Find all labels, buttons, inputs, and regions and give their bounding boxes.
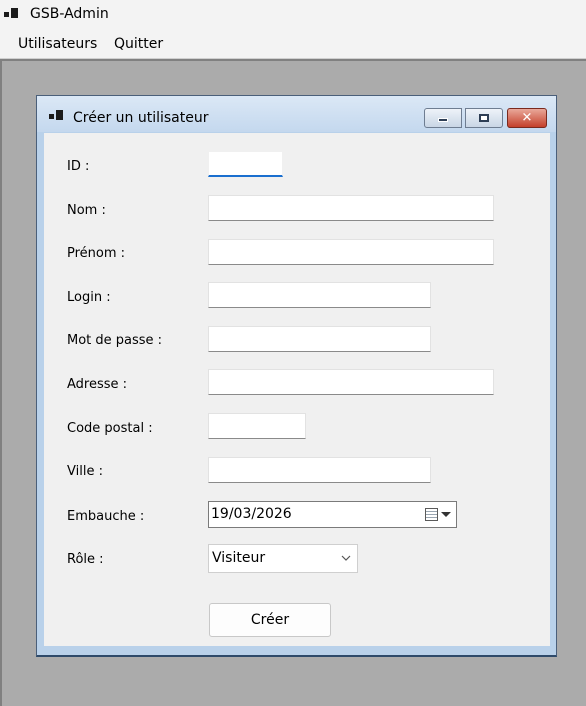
create-user-window: Créer un utilisateur ✕ ID : Nom : Prénom…: [36, 95, 557, 657]
login-label: Login :: [67, 290, 111, 305]
hire-date-label: Embauche :: [67, 509, 145, 524]
hire-date-picker[interactable]: 19/03/2026: [208, 501, 457, 528]
prenom-label: Prénom :: [67, 246, 126, 261]
prenom-input[interactable]: [208, 239, 494, 265]
chevron-down-icon: [341, 555, 351, 561]
menu-utilisateurs[interactable]: Utilisateurs: [18, 36, 97, 52]
role-label: Rôle :: [67, 552, 104, 567]
role-selected-value: Visiteur: [212, 550, 266, 566]
hire-date-value: 19/03/2026: [211, 506, 292, 522]
app-title: GSB-Admin: [30, 6, 109, 22]
child-window-icon: [49, 110, 63, 122]
postal-code-input[interactable]: [208, 413, 306, 439]
app-window-icon: [4, 8, 18, 20]
dropdown-arrow-icon[interactable]: [441, 512, 451, 517]
role-select[interactable]: Visiteur: [208, 544, 358, 573]
password-label: Mot de passe :: [67, 333, 163, 348]
close-icon: ✕: [521, 110, 533, 126]
city-input[interactable]: [208, 457, 431, 483]
city-label: Ville :: [67, 464, 103, 479]
close-button[interactable]: ✕: [507, 108, 547, 128]
calendar-icon[interactable]: [425, 508, 438, 521]
app-titlebar: GSB-Admin: [0, 0, 586, 30]
address-input[interactable]: [208, 369, 494, 395]
postal-code-label: Code postal :: [67, 421, 153, 436]
create-button[interactable]: Créer: [209, 603, 331, 637]
maximize-icon: [479, 114, 489, 122]
menu-quitter[interactable]: Quitter: [114, 36, 163, 52]
nom-input[interactable]: [208, 195, 494, 221]
id-input[interactable]: [208, 151, 283, 177]
menu-bar: Utilisateurs Quitter: [0, 30, 586, 59]
child-titlebar[interactable]: Créer un utilisateur ✕: [37, 96, 556, 132]
login-input[interactable]: [208, 282, 431, 308]
minimize-button[interactable]: [424, 108, 462, 128]
minimize-icon: [438, 118, 448, 122]
child-window-title: Créer un utilisateur: [73, 110, 209, 126]
password-input[interactable]: [208, 326, 431, 352]
nom-label: Nom :: [67, 203, 106, 218]
form-panel: ID : Nom : Prénom : Login : Mot de passe…: [44, 133, 550, 646]
id-label: ID :: [67, 159, 90, 174]
maximize-button[interactable]: [465, 108, 503, 128]
address-label: Adresse :: [67, 377, 128, 392]
